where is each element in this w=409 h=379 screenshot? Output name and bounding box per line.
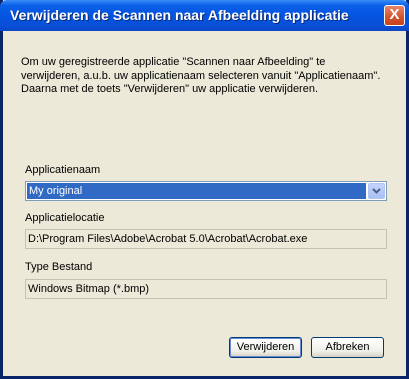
location-field: D:\Program Files\Adobe\Acrobat 5.0\Acrob… (25, 229, 387, 249)
description-text: Om uw geregistreerde applicatie "Scannen… (21, 56, 381, 95)
app-name-dropdown[interactable]: My original (25, 181, 387, 201)
close-icon: X (389, 6, 400, 23)
app-name-label: Applicatienaam (25, 164, 101, 176)
cancel-button[interactable]: Afbreken (311, 337, 384, 358)
close-button[interactable]: X (384, 5, 405, 26)
title-bar[interactable]: Verwijderen de Scannen naar Afbeelding a… (0, 0, 409, 31)
location-label: Applicatielocatie (25, 212, 105, 224)
dropdown-arrow-button[interactable] (368, 183, 385, 199)
dialog-title: Verwijderen de Scannen naar Afbeelding a… (10, 7, 349, 23)
dialog-window: Verwijderen de Scannen naar Afbeelding a… (0, 0, 409, 379)
file-type-field: Windows Bitmap (*.bmp) (25, 279, 387, 299)
file-type-label: Type Bestand (25, 261, 93, 273)
delete-button[interactable]: Verwijderen (229, 337, 302, 358)
app-name-selected-value: My original (27, 183, 366, 199)
chevron-down-icon (372, 188, 381, 194)
